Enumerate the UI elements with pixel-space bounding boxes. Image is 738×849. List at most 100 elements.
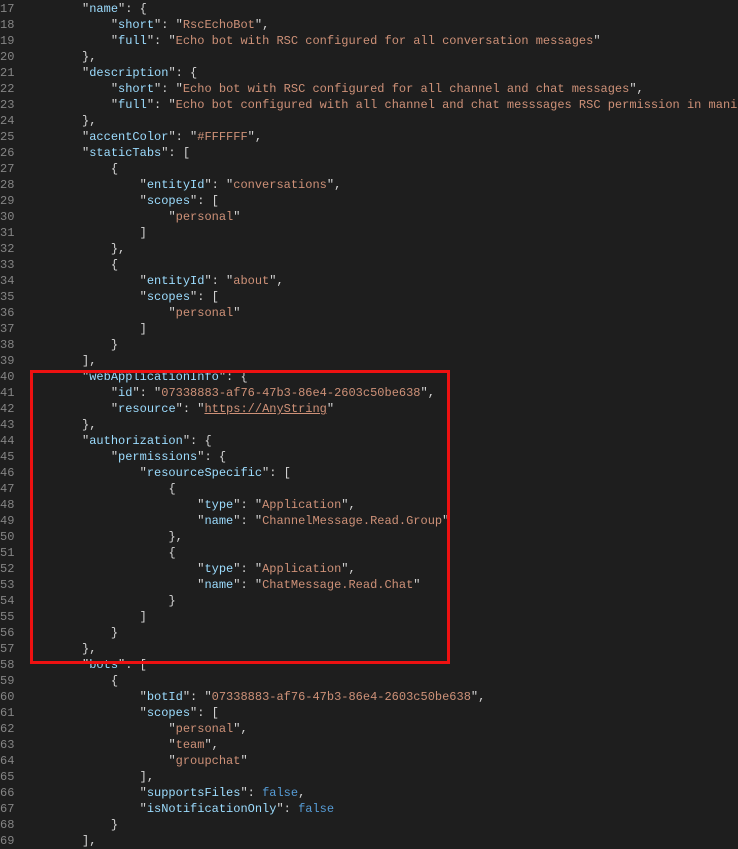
code-line[interactable]: "entityId": "conversations", — [24, 177, 738, 193]
json-punct: ": — [233, 498, 255, 512]
json-key: bots — [89, 658, 118, 672]
code-line[interactable]: }, — [24, 529, 738, 545]
json-punct — [24, 146, 82, 160]
json-punct: ": [ — [262, 466, 291, 480]
line-number: 69 — [0, 833, 14, 849]
json-punct — [24, 594, 168, 608]
code-line[interactable]: ], — [24, 833, 738, 849]
json-key: description — [89, 66, 168, 80]
code-area[interactable]: "name": { "short": "RscEchoBot", "full":… — [24, 1, 738, 849]
code-line[interactable]: "groupchat" — [24, 753, 738, 769]
code-line[interactable]: { — [24, 481, 738, 497]
line-number: 57 — [0, 641, 14, 657]
json-punct: ], — [140, 770, 154, 784]
code-line[interactable]: "short": "RscEchoBot", — [24, 17, 738, 33]
json-punct: ": — [204, 274, 226, 288]
json-punct — [24, 162, 110, 176]
code-line[interactable]: ] — [24, 321, 738, 337]
json-punct — [24, 114, 82, 128]
code-line[interactable]: "scopes": [ — [24, 289, 738, 305]
json-punct: ": — [147, 34, 169, 48]
json-punct — [24, 18, 110, 32]
code-line[interactable]: "staticTabs": [ — [24, 145, 738, 161]
code-line[interactable]: "name": { — [24, 1, 738, 17]
code-line[interactable]: }, — [24, 241, 738, 257]
code-line[interactable]: "id": "07338883-af76-47b3-86e4-2603c50be… — [24, 385, 738, 401]
json-punct: } — [111, 626, 118, 640]
code-line[interactable]: } — [24, 337, 738, 353]
code-line[interactable]: { — [24, 673, 738, 689]
code-line[interactable]: }, — [24, 49, 738, 65]
json-punct: , — [298, 786, 305, 800]
code-line[interactable]: "entityId": "about", — [24, 273, 738, 289]
code-line[interactable]: }, — [24, 417, 738, 433]
json-key: name — [204, 578, 233, 592]
code-line[interactable]: "permissions": { — [24, 449, 738, 465]
code-line[interactable]: "resourceSpecific": [ — [24, 465, 738, 481]
code-line[interactable]: "full": "Echo bot with RSC configured fo… — [24, 33, 738, 49]
json-string: https://AnyString — [204, 402, 326, 416]
json-punct: { — [111, 162, 118, 176]
code-line[interactable]: { — [24, 161, 738, 177]
code-line[interactable]: ] — [24, 225, 738, 241]
code-line[interactable]: "botId": "07338883-af76-47b3-86e4-2603c5… — [24, 689, 738, 705]
code-editor[interactable]: 1718192021222324252627282930313233343536… — [0, 0, 738, 849]
code-line[interactable]: "scopes": [ — [24, 193, 738, 209]
code-line[interactable]: "name": "ChannelMessage.Read.Group" — [24, 513, 738, 529]
json-key: permissions — [118, 450, 197, 464]
code-line[interactable]: }, — [24, 113, 738, 129]
code-line[interactable]: } — [24, 593, 738, 609]
code-line[interactable]: "webApplicationInfo": { — [24, 369, 738, 385]
json-string: personal — [176, 722, 234, 736]
json-punct: " — [168, 754, 175, 768]
json-punct — [24, 514, 197, 528]
code-line[interactable]: ] — [24, 609, 738, 625]
code-line[interactable]: "name": "ChatMessage.Read.Chat" — [24, 577, 738, 593]
code-line[interactable]: "accentColor": "#FFFFFF", — [24, 129, 738, 145]
code-line[interactable]: "team", — [24, 737, 738, 753]
json-punct: " — [168, 98, 175, 112]
line-number: 21 — [0, 65, 14, 81]
line-number: 41 — [0, 385, 14, 401]
code-line[interactable]: "type": "Application", — [24, 561, 738, 577]
json-punct: ": — [233, 562, 255, 576]
json-key: full — [118, 34, 147, 48]
code-line[interactable]: { — [24, 257, 738, 273]
json-punct — [24, 754, 168, 768]
code-line[interactable]: "type": "Application", — [24, 497, 738, 513]
code-line[interactable]: { — [24, 545, 738, 561]
code-line[interactable]: "resource": "https://AnyString" — [24, 401, 738, 417]
code-line[interactable]: "bots": [ — [24, 657, 738, 673]
code-line[interactable]: } — [24, 817, 738, 833]
code-line[interactable]: "short": "Echo bot with RSC configured f… — [24, 81, 738, 97]
json-punct: } — [111, 338, 118, 352]
code-line[interactable]: ], — [24, 353, 738, 369]
json-punct — [24, 2, 82, 16]
json-punct — [24, 370, 82, 384]
code-line[interactable]: "authorization": { — [24, 433, 738, 449]
line-number: 33 — [0, 257, 14, 273]
json-punct — [24, 226, 139, 240]
code-line[interactable]: "description": { — [24, 65, 738, 81]
code-line[interactable]: "personal" — [24, 305, 738, 321]
code-line[interactable]: "isNotificationOnly": false — [24, 801, 738, 817]
code-line[interactable]: ], — [24, 769, 738, 785]
line-number: 62 — [0, 721, 14, 737]
json-punct: " — [168, 34, 175, 48]
json-punct: " — [233, 306, 240, 320]
code-line[interactable]: }, — [24, 641, 738, 657]
code-line[interactable]: "scopes": [ — [24, 705, 738, 721]
code-line[interactable]: "personal", — [24, 721, 738, 737]
code-line[interactable]: } — [24, 625, 738, 641]
json-punct — [24, 802, 139, 816]
line-number: 40 — [0, 369, 14, 385]
json-punct — [24, 578, 197, 592]
json-punct — [24, 626, 110, 640]
json-punct: " — [442, 514, 449, 528]
code-line[interactable]: "supportsFiles": false, — [24, 785, 738, 801]
code-line[interactable]: "personal" — [24, 209, 738, 225]
code-line[interactable]: "full": "Echo bot configured with all ch… — [24, 97, 738, 113]
line-number: 46 — [0, 465, 14, 481]
json-key: name — [204, 514, 233, 528]
json-key: resourceSpecific — [147, 466, 262, 480]
